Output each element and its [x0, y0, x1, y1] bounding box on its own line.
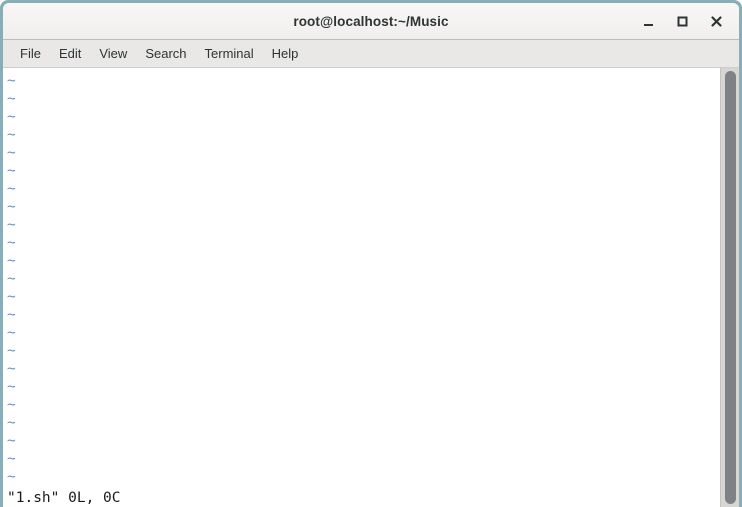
empty-line-marker: ~	[7, 361, 16, 377]
empty-line-marker: ~	[7, 181, 16, 197]
empty-line-marker: ~	[7, 235, 16, 251]
vim-buffer-lines: ~ ~ ~ ~ ~ ~ ~ ~ ~ ~ ~ ~ ~ ~ ~ ~ ~ ~ ~ ~ ~ ~ ~	[7, 72, 720, 486]
terminal-line: ~	[7, 126, 720, 144]
menu-item-terminal[interactable]: Terminal	[196, 43, 263, 64]
terminal-line: ~	[7, 396, 720, 414]
terminal-line: ~	[7, 270, 720, 288]
empty-line-marker: ~	[7, 325, 16, 341]
empty-line-marker: ~	[7, 145, 16, 161]
terminal-line: ~	[7, 414, 720, 432]
empty-line-marker: ~	[7, 397, 16, 413]
terminal-line: ~	[7, 234, 720, 252]
terminal-line: ~	[7, 450, 720, 468]
empty-line-marker: ~	[7, 469, 16, 485]
terminal-line: ~	[7, 180, 720, 198]
close-icon	[710, 15, 723, 28]
empty-line-marker: ~	[7, 127, 16, 143]
terminal-line: ~	[7, 144, 720, 162]
scrollbar[interactable]	[720, 68, 739, 507]
terminal-line: ~	[7, 216, 720, 234]
menu-item-search[interactable]: Search	[136, 43, 195, 64]
window-inner: root@localhost:~/Music File Edit View Se…	[3, 3, 739, 507]
maximize-icon	[676, 15, 689, 28]
empty-line-marker: ~	[7, 451, 16, 467]
empty-line-marker: ~	[7, 433, 16, 449]
empty-line-marker: ~	[7, 415, 16, 431]
empty-line-marker: ~	[7, 343, 16, 359]
menu-item-file[interactable]: File	[11, 43, 50, 64]
empty-line-marker: ~	[7, 73, 16, 89]
terminal-line: ~	[7, 342, 720, 360]
empty-line-marker: ~	[7, 163, 16, 179]
terminal-line: ~	[7, 288, 720, 306]
empty-line-marker: ~	[7, 307, 16, 323]
menu-item-view[interactable]: View	[90, 43, 136, 64]
terminal-line: ~	[7, 162, 720, 180]
empty-line-marker: ~	[7, 217, 16, 233]
window-controls	[631, 3, 733, 39]
empty-line-marker: ~	[7, 109, 16, 125]
terminal-line: ~	[7, 72, 720, 90]
terminal-line: ~	[7, 378, 720, 396]
close-button[interactable]	[699, 6, 733, 36]
menu-item-help[interactable]: Help	[263, 43, 308, 64]
terminal-line: ~	[7, 324, 720, 342]
terminal-window: root@localhost:~/Music File Edit View Se…	[0, 0, 742, 507]
terminal-area: ~ ~ ~ ~ ~ ~ ~ ~ ~ ~ ~ ~ ~ ~ ~ ~ ~ ~ ~ ~ ~ ~ ~ "1.sh" 0L, 0C	[3, 68, 739, 507]
empty-line-marker: ~	[7, 271, 16, 287]
minimize-button[interactable]	[631, 6, 665, 36]
empty-line-marker: ~	[7, 253, 16, 269]
titlebar[interactable]: root@localhost:~/Music	[3, 3, 739, 40]
window-title: root@localhost:~/Music	[293, 13, 449, 29]
maximize-button[interactable]	[665, 6, 699, 36]
vim-status-line: "1.sh" 0L, 0C	[7, 490, 121, 506]
terminal-line: ~	[7, 108, 720, 126]
empty-line-marker: ~	[7, 91, 16, 107]
terminal-line: ~	[7, 252, 720, 270]
terminal-line: ~	[7, 432, 720, 450]
empty-line-marker: ~	[7, 199, 16, 215]
terminal-screen[interactable]: ~ ~ ~ ~ ~ ~ ~ ~ ~ ~ ~ ~ ~ ~ ~ ~ ~ ~ ~ ~ ~ ~ ~ "1.sh" 0L, 0C	[3, 68, 720, 507]
empty-line-marker: ~	[7, 289, 16, 305]
scrollbar-thumb[interactable]	[725, 71, 736, 504]
terminal-line: ~	[7, 198, 720, 216]
minimize-icon	[642, 15, 655, 28]
terminal-line: ~	[7, 306, 720, 324]
terminal-line: ~	[7, 90, 720, 108]
menu-item-edit[interactable]: Edit	[50, 43, 90, 64]
menubar: File Edit View Search Terminal Help	[3, 40, 739, 68]
terminal-line: ~	[7, 468, 720, 486]
terminal-line: ~	[7, 360, 720, 378]
empty-line-marker: ~	[7, 379, 16, 395]
